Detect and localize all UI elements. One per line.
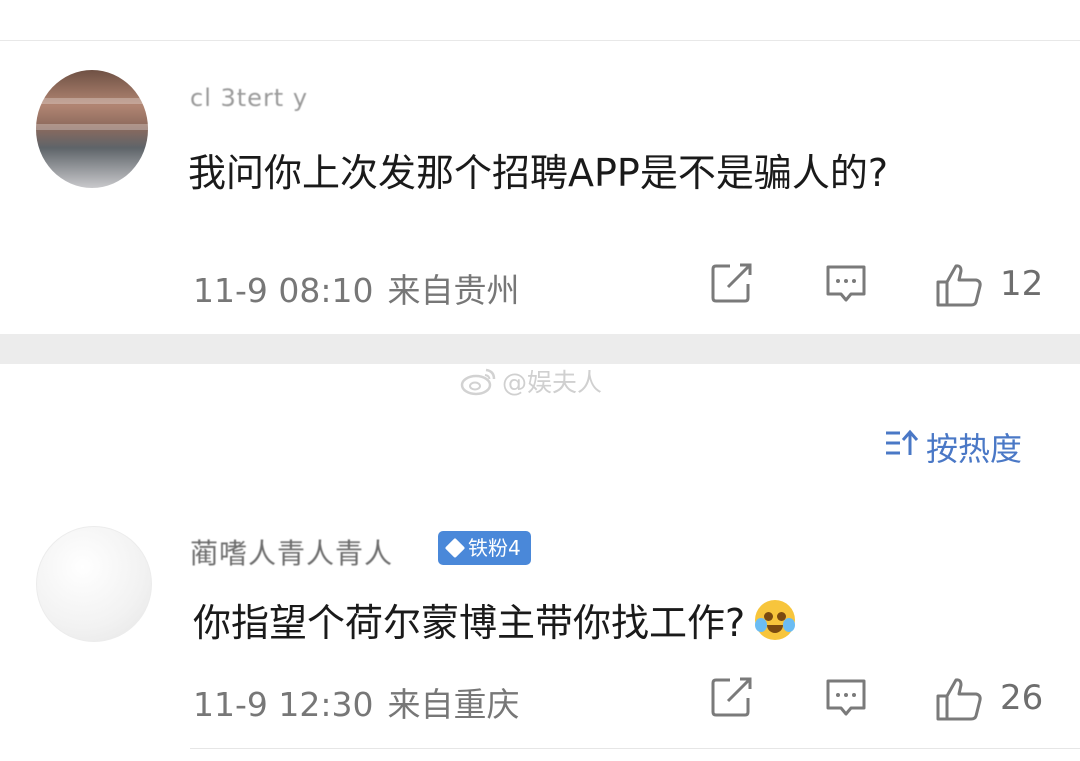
share-icon[interactable] (710, 676, 754, 718)
watermark: @娱夫人 (460, 364, 602, 398)
avatar[interactable] (36, 70, 148, 188)
crying-laughing-emoji (755, 600, 796, 640)
like-icon[interactable] (934, 676, 984, 722)
comment-actions: 12 (0, 262, 1080, 308)
username[interactable]: cl 3tert y (190, 84, 308, 112)
share-icon[interactable] (710, 262, 754, 304)
reply-icon[interactable] (824, 676, 868, 720)
sort-label: 按热度 (926, 430, 1023, 468)
like-count: 12 (1000, 264, 1044, 304)
fan-badge-label: 铁粉4 (468, 536, 521, 560)
sort-toggle[interactable]: 按热度 (884, 424, 1022, 470)
sort-icon (884, 427, 920, 467)
reply-icon[interactable] (824, 262, 868, 306)
comment-item: cl 3tert y 我问你上次发那个招聘APP是不是骗人的? 11-9 08:… (0, 66, 1080, 336)
watermark-text: @娱夫人 (502, 368, 603, 397)
comment-actions: 26 (0, 676, 1080, 722)
like-icon[interactable] (934, 262, 984, 308)
comment-text: 你指望个荷尔蒙博主带你找工作? (193, 592, 796, 647)
fan-badge: 铁粉4 (438, 531, 531, 565)
comment-feed: cl 3tert y 我问你上次发那个招聘APP是不是骗人的? 11-9 08:… (0, 0, 1080, 761)
comment-text-body: 你指望个荷尔蒙博主带你找工作? (193, 601, 746, 645)
like-count: 26 (1000, 678, 1044, 718)
avatar[interactable] (36, 526, 152, 642)
comment-item: 蔺嗜人青人青人 铁粉4 你指望个荷尔蒙博主带你找工作? 11-9 12:30 来自… (0, 518, 1080, 753)
comment-text: 我问你上次发那个招聘APP是不是骗人的? (188, 151, 888, 195)
diamond-icon (444, 537, 466, 559)
username[interactable]: 蔺嗜人青人青人 (190, 532, 393, 572)
top-divider (0, 40, 1080, 41)
weibo-logo-icon (460, 366, 498, 396)
section-separator (0, 334, 1080, 364)
bottom-divider (190, 748, 1080, 749)
